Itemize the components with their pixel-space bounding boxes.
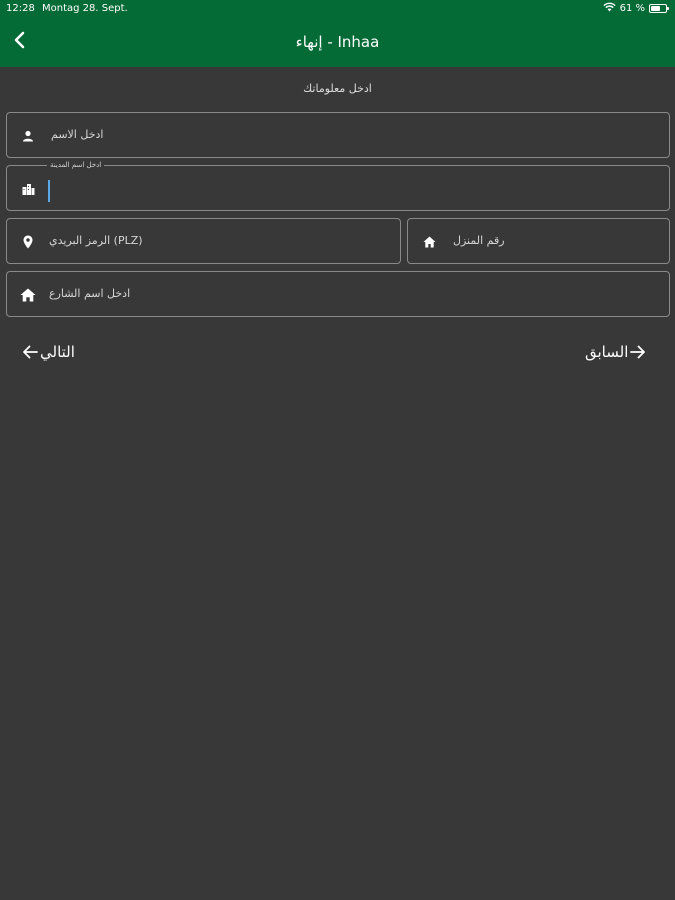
home-icon [20,287,36,303]
app-header: 12:28 Montag 28. Sept. 61 % إنهاء - Inha… [0,0,675,67]
house-number-field[interactable]: رقم المنزل [407,218,670,264]
city-label: ادخل اسم المدينة [47,161,105,169]
city-field[interactable]: ادخل اسم المدينة [6,161,670,211]
name-placeholder: ادخل الاسم [51,128,104,141]
form-subtitle: ادخل معلوماتك [303,82,372,95]
battery-icon [649,4,669,13]
text-cursor [48,180,50,202]
name-field[interactable]: ادخل الاسم [6,112,670,158]
status-right: 61 % [603,2,669,15]
house-number-placeholder: رقم المنزل [453,234,505,247]
previous-button[interactable]: السابق [585,343,646,361]
next-button[interactable]: التالي [22,343,75,361]
arrow-left-icon [22,345,38,359]
status-time: 12:28 [6,3,35,14]
battery-percent: 61 % [619,3,645,14]
arrow-right-icon [630,345,646,359]
next-label: التالي [40,343,75,361]
page-title: إنهاء - Inhaa [295,33,380,51]
person-icon [20,128,36,144]
previous-label: السابق [585,343,629,361]
status-date: Montag 28. Sept. [42,3,128,14]
street-field[interactable]: ادخل اسم الشارع [6,271,670,317]
status-bar: 12:28 Montag 28. Sept. 61 % [0,0,675,18]
wifi-icon [603,2,616,15]
postal-code-field[interactable]: الرمز البريدي (PLZ) [6,218,401,264]
postal-code-placeholder: الرمز البريدي (PLZ) [49,234,143,247]
home-icon [421,234,437,250]
city-icon [20,181,36,197]
location-pin-icon [20,234,36,250]
street-placeholder: ادخل اسم الشارع [49,287,131,300]
